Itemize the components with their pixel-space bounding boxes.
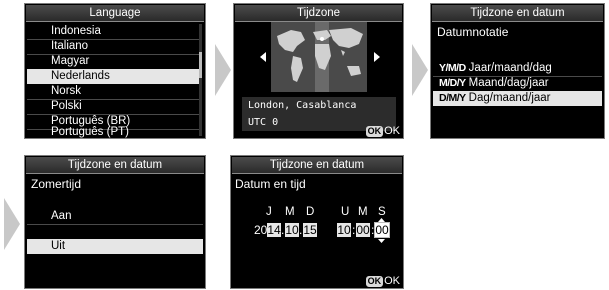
- minute-header: M: [358, 206, 368, 218]
- down-arrow-icon[interactable]: [378, 239, 385, 243]
- screen-title: Tijdzone en datum: [26, 157, 204, 174]
- next-step-arrow-icon: [4, 198, 20, 250]
- next-step-arrow-icon: [412, 44, 428, 96]
- screen-title: Tijdzone en datum: [432, 5, 603, 22]
- ok-hint[interactable]: OK OK: [365, 125, 400, 137]
- up-arrow-icon[interactable]: [378, 218, 385, 222]
- language-item[interactable]: Polski: [27, 99, 200, 113]
- day-field[interactable]: 15: [303, 223, 317, 237]
- utc-label: UTC 0: [248, 117, 279, 128]
- world-map: [271, 22, 367, 92]
- second-header: S: [378, 206, 386, 218]
- language-item[interactable]: Norsk: [27, 84, 200, 98]
- city-label: London, Casablanca: [248, 100, 357, 111]
- date-time-screen: Tijdzone en datum Datum en tijd J M D U …: [230, 155, 404, 289]
- hour-header: U: [341, 206, 350, 218]
- date-format-screen: Tijdzone en datum Datumnotatie Y/M/D Jaar…: [430, 3, 605, 139]
- dst-option[interactable]: Aan: [27, 209, 203, 223]
- month-header: M: [285, 206, 295, 218]
- language-item[interactable]: Indonesia: [27, 24, 200, 38]
- year-header: J: [266, 206, 272, 218]
- left-arrow-icon[interactable]: [260, 52, 266, 62]
- scrollbar-track[interactable]: [199, 24, 202, 136]
- ok-hint[interactable]: OK OK: [365, 275, 400, 287]
- next-step-arrow-icon: [215, 44, 231, 96]
- dst-screen: Tijdzone en datum Zomertijd Aan Uit: [24, 155, 206, 289]
- date-format-option[interactable]: Y/M/D Jaar/maand/dag: [433, 61, 602, 75]
- ok-button-icon: OK: [365, 126, 384, 137]
- day-header: D: [306, 206, 315, 218]
- screen-subtitle: Datumnotatie: [437, 25, 509, 39]
- language-item[interactable]: Italiano: [27, 39, 200, 53]
- date-format-option[interactable]: M/D/Y Maand/dag/jaar: [433, 76, 602, 90]
- month-field[interactable]: 10: [285, 223, 299, 237]
- language-item-selected[interactable]: Nederlands: [27, 69, 200, 84]
- year-field[interactable]: 14: [267, 223, 281, 237]
- ok-button-icon: OK: [365, 276, 384, 287]
- language-item[interactable]: Português (PT): [27, 125, 200, 138]
- year-prefix: 20: [254, 223, 268, 237]
- screen-title: Tijdzone: [235, 5, 402, 22]
- date-format-option-selected[interactable]: D/M/Y Dag/maand/jaar: [433, 91, 602, 106]
- second-field[interactable]: 00: [374, 222, 390, 238]
- right-arrow-icon[interactable]: [374, 52, 380, 62]
- screen-title: Tijdzone en datum: [232, 157, 402, 174]
- language-item[interactable]: Magyar: [27, 54, 200, 68]
- language-screen: Language Indonesia Italiano Magyar Neder…: [24, 3, 206, 139]
- hour-field[interactable]: 10: [337, 223, 351, 237]
- dst-option-selected[interactable]: Uit: [27, 239, 203, 254]
- timezone-screen: Tijdzone London, Casablanca UTC 0 OK OK: [233, 3, 404, 139]
- location-marker-icon: [320, 37, 324, 41]
- screen-subtitle: Zomertijd: [31, 177, 82, 191]
- minute-field[interactable]: 00: [356, 223, 370, 237]
- screen-subtitle: Datum en tijd: [235, 177, 306, 191]
- scrollbar-thumb[interactable]: [199, 52, 202, 78]
- screen-title: Language: [26, 5, 204, 22]
